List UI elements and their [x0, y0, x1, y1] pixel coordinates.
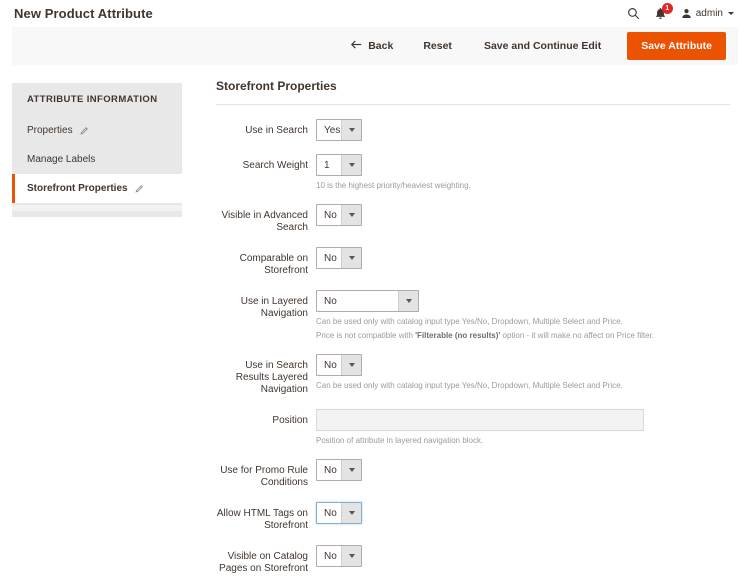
admin-user-menu[interactable]: admin: [681, 8, 734, 19]
field-use-in-search: Use in Search Yes: [216, 119, 730, 141]
position-input[interactable]: [316, 409, 644, 431]
field-use-in-search-results-layered-navigation: Use in Search Results Layered Navigation…: [216, 354, 730, 396]
storefront-properties-form: Storefront Properties Use in Search Yes …: [182, 79, 738, 585]
use-in-layered-navigation-select[interactable]: No: [316, 290, 419, 312]
field-control: No: [316, 459, 730, 481]
back-button[interactable]: Back: [337, 34, 407, 58]
chevron-down-icon: [728, 12, 734, 15]
section-title: Storefront Properties: [216, 79, 730, 105]
field-label: Use in Search Results Layered Navigation: [235, 360, 308, 395]
comparable-on-storefront-select[interactable]: No: [316, 247, 362, 269]
field-control: No Can be used only with catalog input t…: [316, 354, 730, 391]
chevron-down-icon: [341, 546, 361, 566]
use-in-search-select[interactable]: Yes: [316, 119, 362, 141]
notifications-button[interactable]: 1: [654, 3, 673, 20]
field-visible-on-catalog-pages-on-storefront: Visible on Catalog Pages on Storefront N…: [216, 545, 730, 575]
search-icon[interactable]: [627, 7, 640, 20]
field-note-secondary: Price is not compatible with 'Filterable…: [316, 330, 730, 341]
chevron-down-icon: [341, 155, 361, 175]
field-label: Use in Search: [245, 125, 308, 136]
field-label: Position: [272, 415, 308, 426]
field-label: Use for Promo Rule Conditions: [220, 465, 308, 488]
sidebar-bottom-spacer: [12, 205, 182, 217]
note-prefix: Price is not compatible with: [316, 331, 416, 340]
select-value: 1: [317, 155, 341, 175]
field-position: Position Position of attribute in layere…: [216, 409, 730, 446]
select-value: Yes: [317, 120, 341, 140]
visible-on-catalog-pages-on-storefront-select[interactable]: No: [316, 545, 362, 567]
save-attribute-button[interactable]: Save Attribute: [627, 32, 726, 60]
chevron-down-icon: [341, 503, 361, 523]
field-label: Use in Layered Navigation: [240, 296, 308, 319]
search-weight-select[interactable]: 1: [316, 154, 362, 176]
arrow-left-icon: [351, 40, 362, 52]
select-value: No: [317, 460, 341, 480]
select-value: No: [317, 205, 341, 225]
field-use-for-promo-rule-conditions: Use for Promo Rule Conditions No: [216, 459, 730, 489]
chevron-down-icon: [398, 291, 418, 311]
field-control: Yes: [316, 119, 730, 141]
sidebar-item-label: Storefront Properties: [27, 183, 128, 194]
allow-html-tags-on-storefront-select[interactable]: No: [316, 502, 362, 524]
select-value: No: [317, 248, 341, 268]
select-value: No: [317, 546, 341, 566]
field-note: Can be used only with catalog input type…: [316, 381, 623, 390]
page-header: New Product Attribute 1 admin: [0, 0, 750, 27]
visible-in-advanced-search-select[interactable]: No: [316, 204, 362, 226]
reset-button[interactable]: Reset: [407, 34, 468, 58]
chevron-down-icon: [341, 460, 361, 480]
field-label: Comparable on Storefront: [239, 253, 308, 276]
note-suffix: option - it will make no affect on Price…: [500, 331, 655, 340]
sidebar-items: Properties Manage Labels Storefront Prop…: [12, 116, 182, 205]
field-use-in-layered-navigation: Use in Layered Navigation No Can be used…: [216, 290, 730, 341]
field-control: No: [316, 204, 730, 226]
sidebar-item-label: Manage Labels: [27, 154, 96, 165]
field-label: Search Weight: [242, 160, 308, 171]
field-control: Position of attribute in layered navigat…: [316, 409, 730, 446]
sidebar-item-manage-labels[interactable]: Manage Labels: [12, 145, 182, 174]
field-comparable-on-storefront: Comparable on Storefront No: [216, 247, 730, 277]
use-for-promo-rule-conditions-select[interactable]: No: [316, 459, 362, 481]
field-visible-in-advanced-search: Visible in Advanced Search No: [216, 204, 730, 234]
attribute-information-sidebar: ATTRIBUTE INFORMATION Properties Manage …: [12, 79, 182, 585]
header-actions: 1 admin: [627, 3, 738, 20]
notification-count-badge: 1: [661, 3, 673, 14]
back-button-label: Back: [368, 40, 394, 52]
field-note: 10 is the highest priority/heaviest weig…: [316, 181, 471, 190]
sidebar-item-storefront-properties[interactable]: Storefront Properties: [12, 174, 182, 203]
user-icon: [681, 8, 692, 19]
sidebar-item-label: Properties: [27, 125, 73, 136]
chevron-down-icon: [341, 205, 361, 225]
pencil-icon: [134, 184, 144, 193]
chevron-down-icon: [341, 355, 361, 375]
field-control: No: [316, 502, 730, 524]
chevron-down-icon: [341, 120, 361, 140]
field-control: 1 10 is the highest priority/heaviest we…: [316, 154, 730, 191]
chevron-down-icon: [341, 248, 361, 268]
use-in-search-results-layered-navigation-select[interactable]: No: [316, 354, 362, 376]
save-and-continue-edit-button[interactable]: Save and Continue Edit: [468, 34, 617, 58]
field-control: No: [316, 247, 730, 269]
page-body: ATTRIBUTE INFORMATION Properties Manage …: [0, 65, 750, 585]
field-note: Position of attribute in layered navigat…: [316, 436, 484, 445]
field-control: No: [316, 545, 730, 567]
field-search-weight: Search Weight 1 10 is the highest priori…: [216, 154, 730, 191]
field-label: Visible in Advanced Search: [221, 210, 308, 233]
field-note: Can be used only with catalog input type…: [316, 317, 623, 326]
sidebar-title: ATTRIBUTE INFORMATION: [12, 83, 182, 116]
field-label: Allow HTML Tags on Storefront: [216, 508, 308, 531]
field-allow-html-tags-on-storefront: Allow HTML Tags on Storefront No: [216, 502, 730, 532]
admin-user-label: admin: [695, 8, 723, 19]
pencil-icon: [79, 126, 89, 135]
select-value: No: [317, 503, 341, 523]
select-value: No: [317, 355, 341, 375]
select-value: No: [317, 291, 398, 311]
note-emphasis: 'Filterable (no results)': [415, 331, 501, 340]
page-actions-toolbar: Back Reset Save and Continue Edit Save A…: [12, 27, 738, 65]
field-label: Visible on Catalog Pages on Storefront: [219, 551, 308, 574]
field-control: No Can be used only with catalog input t…: [316, 290, 730, 341]
page-title: New Product Attribute: [14, 6, 153, 21]
sidebar-item-properties[interactable]: Properties: [12, 116, 182, 145]
